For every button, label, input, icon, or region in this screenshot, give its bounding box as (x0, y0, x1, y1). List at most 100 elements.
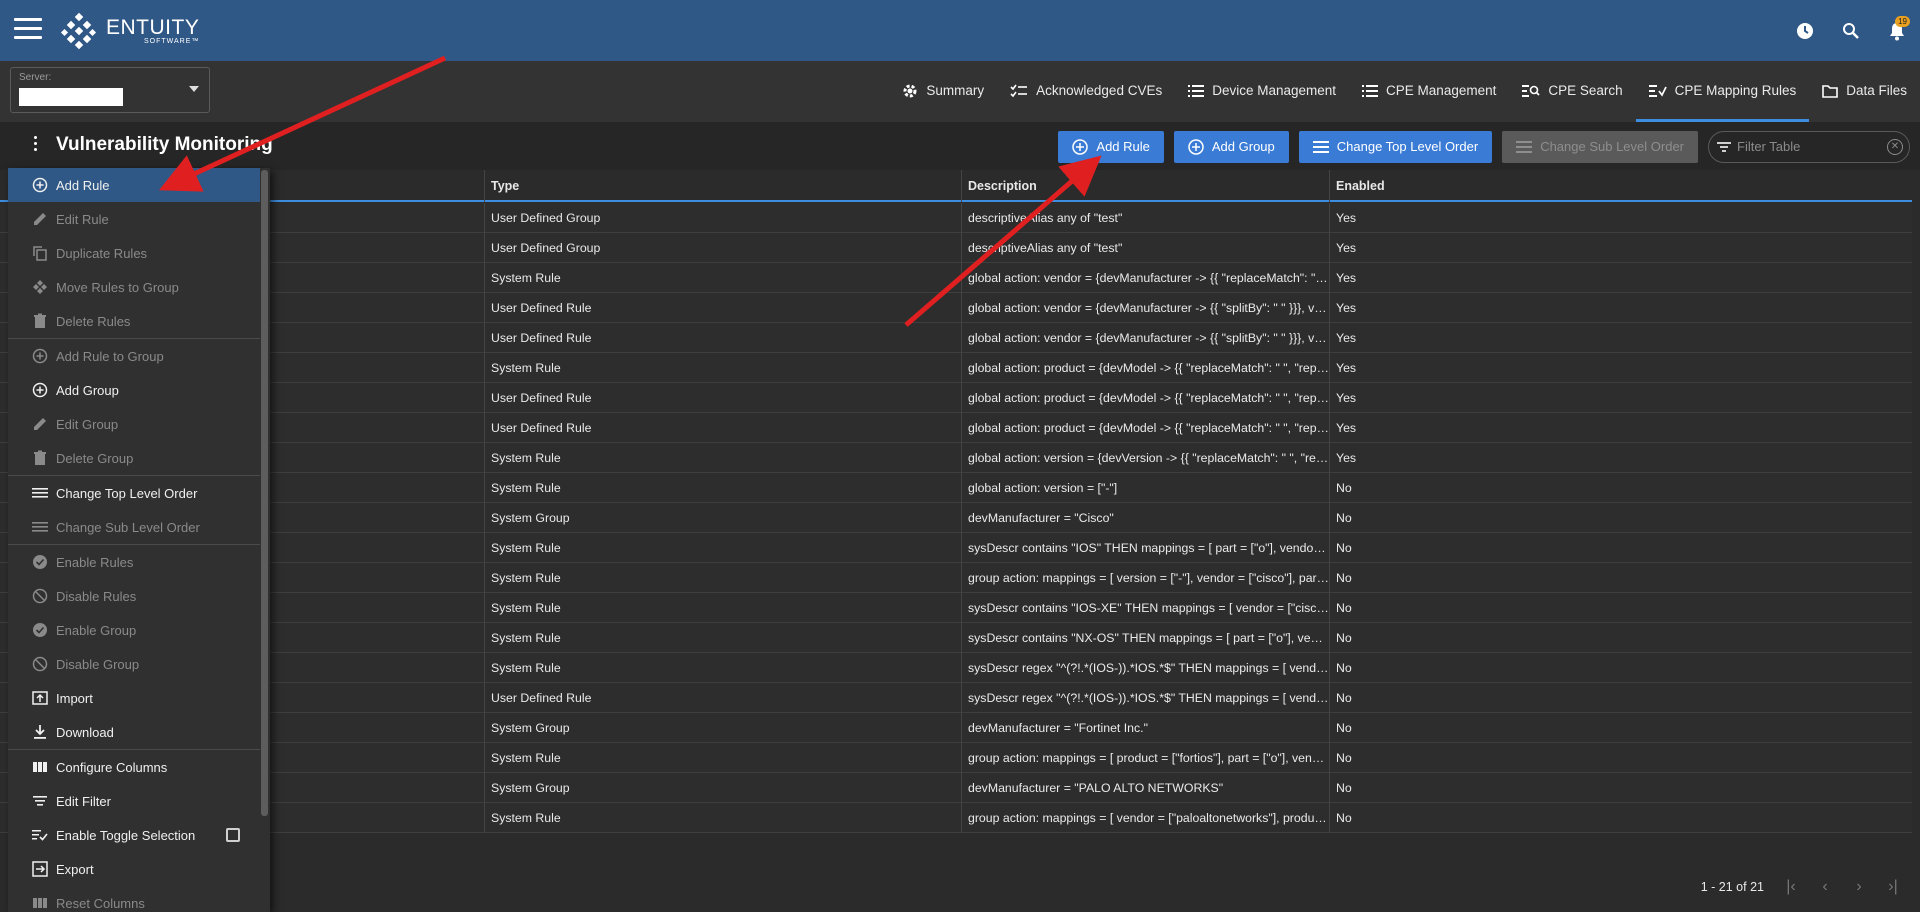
cell-enabled: No (1329, 653, 1912, 683)
cell-description: group action: mappings = [ vendor = ["pa… (961, 803, 1329, 833)
table-row[interactable]: System Rule global action: version = ["-"… (0, 473, 1912, 503)
server-value[interactable] (19, 88, 123, 106)
menu-item-edit-group[interactable]: Edit Group (8, 407, 260, 441)
clear-filter-icon[interactable]: ✕ (1887, 138, 1903, 155)
table-row[interactable]: User Defined Rule global action: product … (0, 413, 1912, 443)
menu-item-delete-group[interactable]: Delete Group (8, 441, 260, 475)
table-row[interactable]: System Rule global action: version = {dev… (0, 443, 1912, 473)
tab-cpe-mapping-rules[interactable]: CPE Mapping Rules (1635, 61, 1810, 122)
table-row[interactable]: System Group devManufacturer = "Cisco" No (0, 503, 1912, 533)
change-top-level-order-label: Change Top Level Order (1336, 139, 1479, 154)
table-row[interactable]: System Rule sysDescr contains "IOS" THEN … (0, 533, 1912, 563)
table-row[interactable]: System Rule global action: vendor = {devM… (0, 263, 1912, 293)
table-row[interactable]: User Defined Group descriptiveAlias any o… (0, 233, 1912, 263)
menu-item-configure-columns[interactable]: Configure Columns (8, 750, 260, 784)
table-row[interactable]: System Rule group action: mappings = [ ve… (0, 803, 1912, 833)
table-row[interactable]: User Defined Group descriptiveAlias any o… (0, 203, 1912, 233)
checklist-icon (1010, 84, 1028, 97)
cell-description: global action: product = {devModel -> {{… (961, 413, 1329, 443)
menu-item-export[interactable]: Export (8, 852, 260, 886)
entuity-logo[interactable]: ENTUITY SOFTWARE™ (60, 12, 199, 50)
menu-item-import[interactable]: Import (8, 681, 260, 715)
lines-icon (32, 522, 48, 532)
table-row[interactable]: System Rule sysDescr regex "^(?!.*(IOS-))… (0, 653, 1912, 683)
menu-item-label: Configure Columns (56, 759, 168, 775)
menu-item-add-rule-to-group[interactable]: Add Rule to Group (8, 339, 260, 373)
change-top-level-order-button[interactable]: Change Top Level Order (1298, 130, 1493, 163)
logo-subtitle: SOFTWARE™ (144, 37, 200, 45)
menu-item-disable-group[interactable]: Disable Group (8, 647, 260, 681)
table-row[interactable]: System Rule global action: product = {dev… (0, 353, 1912, 383)
table-row[interactable]: System Group devManufacturer = "Fortinet … (0, 713, 1912, 743)
tab-label: CPE Search (1548, 83, 1623, 98)
menu-item-label: Disable Group (56, 656, 140, 672)
cell-description: sysDescr contains "NX-OS" THEN mappings … (961, 623, 1329, 653)
add-group-button[interactable]: Add Group (1173, 130, 1289, 163)
menu-item-disable-rules[interactable]: Disable Rules (8, 579, 260, 613)
table-row[interactable]: User Defined Rule global action: vendor =… (0, 293, 1912, 323)
add-rule-button[interactable]: Add Rule (1058, 130, 1164, 163)
tab-acknowledged-cves[interactable]: Acknowledged CVEs (997, 61, 1175, 120)
hamburger-menu-icon[interactable] (14, 18, 42, 40)
table-row[interactable]: System Rule group action: mappings = [ ve… (0, 563, 1912, 593)
column-header-type[interactable]: Type (484, 170, 961, 202)
more-options-icon[interactable] (30, 136, 40, 156)
menu-item-change-top-level-order[interactable]: Change Top Level Order (8, 476, 260, 510)
menu-item-enable-rules[interactable]: Enable Rules (8, 545, 260, 579)
table-row[interactable]: User Defined Rule global action: product … (0, 383, 1912, 413)
server-select[interactable]: Server: (10, 67, 210, 113)
table-row[interactable]: User Defined Rule sysDescr regex "^(?!.*(… (0, 683, 1912, 713)
cell-enabled: Yes (1329, 233, 1912, 263)
first-page-icon[interactable]: |‹ (1774, 878, 1808, 896)
menu-item-reset-columns[interactable]: Reset Columns (8, 886, 260, 912)
menu-item-add-group[interactable]: Add Group (8, 373, 260, 407)
cell-type: User Defined Rule (484, 683, 961, 713)
tab-device-management[interactable]: Device Management (1175, 61, 1349, 120)
menu-item-label: Move Rules to Group (56, 279, 179, 295)
add-rule-label: Add Rule (1096, 139, 1150, 154)
pagination-range: 1 - 21 of 21 (1700, 880, 1764, 894)
change-sub-level-order-button[interactable]: Change Sub Level Order (1502, 130, 1698, 163)
menu-item-add-rule[interactable]: Add Rule (8, 168, 260, 202)
cell-type: System Rule (484, 443, 961, 473)
table-row[interactable]: User Defined Rule global action: vendor =… (0, 323, 1912, 353)
notifications-bell-icon[interactable]: 19 (1874, 0, 1920, 61)
menu-item-move-rules-to-group[interactable]: Move Rules to Group (8, 270, 260, 304)
cell-enabled: Yes (1329, 293, 1912, 323)
table-row[interactable]: System Group devManufacturer = "PALO ALTO… (0, 773, 1912, 803)
menu-item-edit-filter[interactable]: Edit Filter (8, 784, 260, 818)
cell-enabled: Yes (1329, 263, 1912, 293)
tab-summary[interactable]: Summary (889, 61, 997, 120)
filter-table-input[interactable]: Filter Table ✕ (1708, 130, 1910, 163)
previous-page-icon[interactable]: ‹ (1808, 878, 1842, 896)
menu-scrollbar[interactable] (261, 170, 268, 816)
column-header-description[interactable]: Description (961, 170, 1329, 202)
search-icon[interactable] (1828, 0, 1874, 61)
menu-item-label: Change Top Level Order (56, 485, 198, 501)
menu-item-edit-rule[interactable]: Edit Rule (8, 202, 260, 236)
cell-enabled: No (1329, 593, 1912, 623)
table-row[interactable]: System Rule group action: mappings = [ pr… (0, 743, 1912, 773)
menu-item-enable-group[interactable]: Enable Group (8, 613, 260, 647)
menu-item-duplicate-rules[interactable]: Duplicate Rules (8, 236, 260, 270)
table-row[interactable]: System Rule sysDescr contains "IOS-XE" TH… (0, 593, 1912, 623)
menu-item-change-sub-level-order[interactable]: Change Sub Level Order (8, 510, 260, 544)
cell-type: System Group (484, 503, 961, 533)
tab-data-files[interactable]: Data Files (1809, 61, 1920, 120)
table-row[interactable]: System Rule sysDescr contains "NX-OS" THE… (0, 623, 1912, 653)
menu-item-delete-rules[interactable]: Delete Rules (8, 304, 260, 338)
duplicate-icon (33, 246, 47, 261)
clock-icon[interactable] (1782, 0, 1828, 61)
menu-item-download[interactable]: Download (8, 715, 260, 749)
column-header-enabled[interactable]: Enabled (1329, 170, 1912, 202)
menu-item-enable-toggle-selection[interactable]: Enable Toggle Selection (8, 818, 260, 852)
menu-item-label: Edit Filter (56, 793, 111, 809)
mapping-icon (1648, 84, 1667, 97)
tab-cpe-management[interactable]: CPE Management (1349, 61, 1509, 120)
last-page-icon[interactable]: ›| (1876, 878, 1910, 896)
caret-down-icon[interactable] (189, 86, 199, 92)
toggle-selection-checkbox[interactable] (226, 828, 240, 842)
next-page-icon[interactable]: › (1842, 878, 1876, 896)
tab-cpe-search[interactable]: CPE Search (1509, 61, 1635, 120)
cell-type: System Rule (484, 743, 961, 773)
